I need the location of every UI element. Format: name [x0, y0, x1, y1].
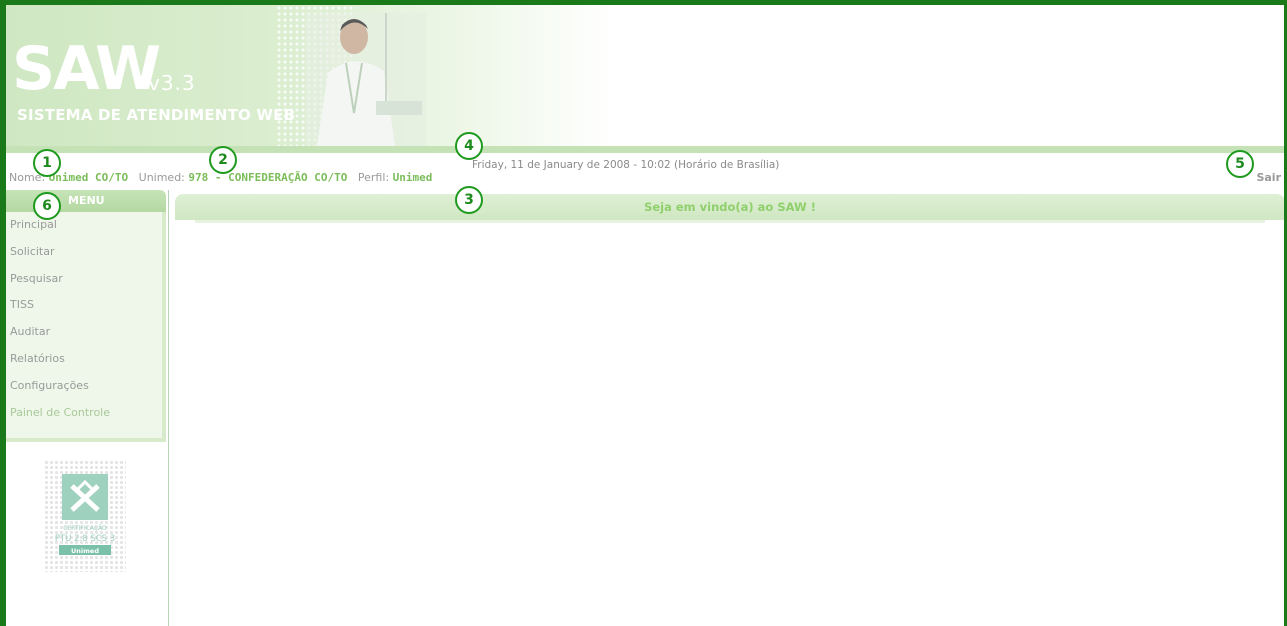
doctor-illustration: [306, 13, 426, 152]
menu-item-auditar[interactable]: Auditar: [6, 319, 162, 346]
menu-item-principal[interactable]: Principal: [6, 212, 162, 239]
perfil-value: Unimed: [392, 171, 433, 184]
welcome-banner: Seja em vindo(a) ao SAW !: [175, 194, 1284, 220]
menu-header: MENU: [6, 190, 166, 212]
menu-item-solicitar[interactable]: Solicitar: [6, 239, 162, 266]
callout-1: 1: [33, 149, 61, 177]
info-bar: Friday, 11 de January de 2008 - 10:02 (H…: [6, 153, 1284, 189]
cert-version: PTU 2.8 SCS 3: [55, 534, 115, 544]
unimed-label: Unimed:: [138, 171, 185, 184]
callout-2: 2: [209, 146, 237, 174]
banner: SAW v3.3 SISTEMA DE ATENDIMENTO WEB: [6, 5, 616, 152]
header-divider: [6, 146, 1284, 153]
app-frame: SAW v3.3 SISTEMA DE ATENDIMENTO WEB Frid…: [0, 0, 1287, 626]
callout-4: 4: [455, 132, 483, 160]
certification-logo: CERTIFICAÇÃO PTU 2.8 SCS 3 Unimed: [44, 460, 126, 572]
welcome-underline: [195, 220, 1265, 223]
version-label: v3.3: [148, 71, 196, 95]
menu-list: Principal Solicitar Pesquisar TISS Audit…: [6, 212, 166, 442]
menu-item-painel-de-controle[interactable]: Painel de Controle: [6, 400, 162, 427]
menu-item-tiss[interactable]: TISS: [6, 292, 162, 319]
cert-label: CERTIFICAÇÃO: [63, 525, 107, 532]
menu-item-configuracoes[interactable]: Configurações: [6, 373, 162, 400]
current-datetime: Friday, 11 de January de 2008 - 10:02 (H…: [472, 159, 780, 171]
main-content: Seja em vindo(a) ao SAW !: [168, 190, 1284, 626]
system-subtitle: SISTEMA DE ATENDIMENTO WEB: [17, 106, 296, 124]
callout-5: 5: [1226, 150, 1254, 178]
sidebar: MENU Principal Solicitar Pesquisar TISS …: [6, 190, 166, 626]
callout-3: 3: [455, 186, 483, 214]
perfil-label: Perfil:: [357, 171, 390, 184]
ptu-certification-icon: CERTIFICAÇÃO PTU 2.8 SCS 3 Unimed: [55, 474, 115, 555]
logout-link[interactable]: Sair: [1256, 171, 1281, 184]
menu-title: MENU: [68, 194, 105, 207]
cert-brand: Unimed: [71, 547, 99, 555]
menu-item-relatorios[interactable]: Relatórios: [6, 346, 162, 373]
callout-6: 6: [33, 192, 61, 220]
header: SAW v3.3 SISTEMA DE ATENDIMENTO WEB: [6, 5, 1284, 153]
menu-item-pesquisar[interactable]: Pesquisar: [6, 266, 162, 293]
saw-logo: SAW: [12, 34, 161, 104]
nome-value: Unimed CO/TO: [48, 171, 129, 184]
unimed-value: 978 - CONFEDERAÇÃO CO/TO: [188, 171, 348, 184]
